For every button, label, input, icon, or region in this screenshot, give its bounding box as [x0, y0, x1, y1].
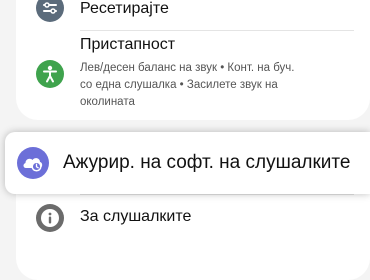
accessibility-row[interactable]: Пристапност Лев/десен баланс на звук • К… — [16, 36, 370, 118]
equalizer-icon — [36, 0, 64, 22]
software-update-label: Ажурир. на софт. на слушалките — [63, 152, 351, 173]
software-update-icon — [17, 147, 49, 179]
accessibility-description-line-1: Лев/десен баланс на звук • Конт. на буч. — [80, 62, 295, 74]
settings-card-top: Ресетирајте Пристапност Лев/десен баланс… — [16, 0, 370, 120]
accessibility-label: Пристапност — [80, 36, 176, 53]
equalizer-label: Ресетирајте — [80, 0, 169, 17]
accessibility-description-line-3: околината — [80, 96, 135, 108]
divider — [80, 30, 354, 31]
divider — [80, 194, 354, 195]
equalizer-row[interactable]: Ресетирајте — [16, 0, 370, 30]
info-icon — [36, 204, 64, 232]
software-update-row[interactable]: Ажурир. на софт. на слушалките — [5, 132, 370, 194]
about-row[interactable]: За слушалките — [16, 198, 370, 242]
accessibility-icon — [36, 60, 64, 88]
about-label: За слушалките — [80, 208, 192, 225]
accessibility-description-line-2: со една слушалка • Засилете звук на — [80, 79, 278, 91]
